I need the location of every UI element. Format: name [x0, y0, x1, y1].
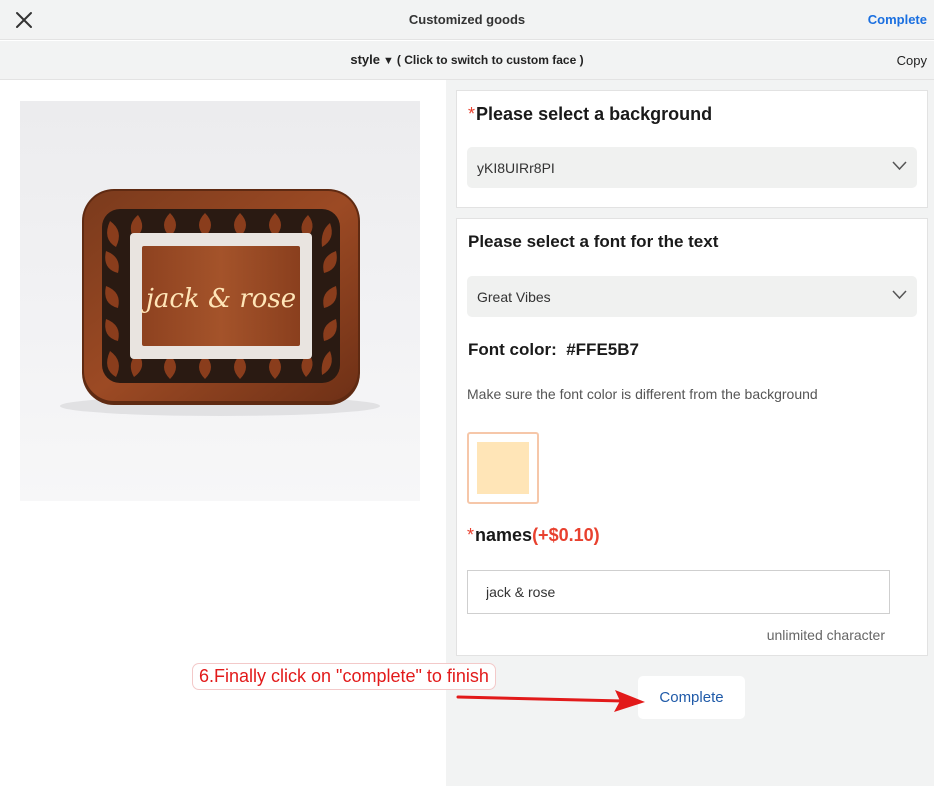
complete-button[interactable]: Complete: [638, 676, 745, 719]
product-preview-image: jack & rose: [20, 101, 420, 501]
background-heading: *Please select a background: [468, 104, 713, 124]
color-swatch: [477, 442, 529, 494]
names-price: (+$0.10): [532, 525, 600, 545]
copy-button[interactable]: Copy: [897, 53, 927, 68]
font-card: Please select a font for the text Great …: [456, 218, 928, 656]
options-panel: *Please select a background yKI8UIRr8PI …: [446, 80, 934, 786]
complete-top-button[interactable]: Complete: [868, 12, 927, 27]
font-color-label: Font color: #FFE5B7: [468, 340, 639, 359]
names-label: *names(+$0.10): [467, 525, 600, 545]
style-label: style: [350, 52, 381, 67]
chevron-down-icon: [892, 161, 907, 171]
style-bar: style ▼( Click to switch to custom face )…: [0, 41, 934, 80]
chevron-down-icon: [892, 290, 907, 300]
required-asterisk: *: [468, 104, 476, 124]
top-bar: Customized goods Complete: [0, 0, 934, 40]
font-color-note: Make sure the font color is different fr…: [467, 386, 818, 402]
page-title: Customized goods: [408, 12, 526, 27]
color-swatch-button[interactable]: [467, 432, 539, 504]
character-limit-text: unlimited character: [766, 627, 885, 643]
annotation-arrow-icon: [456, 690, 645, 712]
preview-engraved-text: jack & rose: [141, 284, 296, 314]
background-select-value: yKI8UIRr8PI: [477, 160, 555, 176]
required-asterisk: *: [467, 525, 475, 545]
background-card: *Please select a background yKI8UIRr8PI: [456, 90, 928, 208]
names-input[interactable]: [467, 570, 890, 614]
tutorial-annotation: 6.Finally click on "complete" to finish: [192, 663, 496, 690]
font-color-value: #FFE5B7: [566, 340, 639, 359]
style-switch[interactable]: style ▼( Click to switch to custom face ): [0, 52, 934, 67]
style-hint: ( Click to switch to custom face ): [396, 53, 584, 67]
font-heading: Please select a font for the text: [468, 232, 719, 251]
background-select[interactable]: yKI8UIRr8PI: [467, 147, 917, 188]
triangle-down-icon: ▼: [383, 55, 394, 67]
font-select-value: Great Vibes: [477, 289, 551, 305]
font-select[interactable]: Great Vibes: [467, 276, 917, 317]
